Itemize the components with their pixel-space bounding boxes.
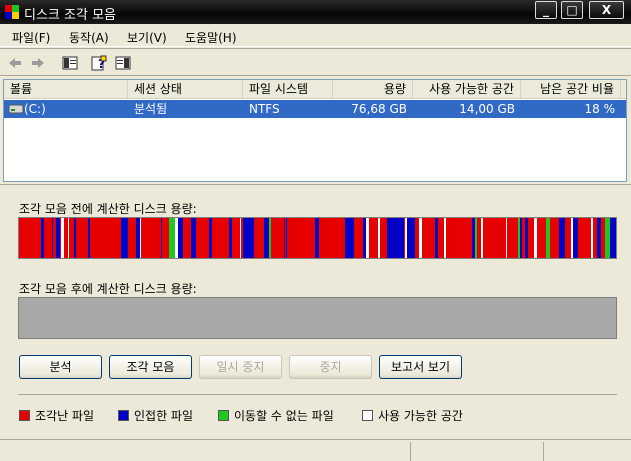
map-segment	[299, 218, 306, 258]
map-segment	[584, 218, 591, 258]
pause-button[interactable]: 일시 중지	[199, 355, 282, 379]
maximize-button[interactable]: □	[561, 1, 583, 19]
volume-free-space: 14,00 GB	[459, 102, 515, 116]
help-icon[interactable]: ?	[90, 54, 108, 72]
map-segment	[110, 218, 118, 258]
map-segment	[614, 218, 616, 258]
legend-divider	[18, 394, 617, 395]
map-segment	[456, 218, 463, 258]
map-segment	[76, 218, 85, 258]
map-segment	[221, 218, 229, 258]
menu-action[interactable]: 동작(A)	[69, 29, 109, 46]
column-header-session-status[interactable]: 세션 상태	[128, 80, 243, 99]
map-segment	[511, 218, 518, 258]
contiguous-swatch	[118, 410, 129, 421]
map-segment	[254, 218, 262, 258]
defrag-window: 디스크 조각 모음 _ □ X 파일(F) 동작(A) 보기(V) 도움말(H)…	[0, 0, 631, 461]
close-button[interactable]: X	[589, 1, 624, 19]
show-hide-tree-icon[interactable]	[61, 54, 79, 72]
before-defrag-map	[18, 217, 617, 259]
map-segment	[552, 218, 559, 258]
status-bar	[0, 439, 631, 461]
free-space-swatch	[362, 410, 373, 421]
menu-help[interactable]: 도움말(H)	[185, 29, 237, 46]
map-segment	[537, 218, 546, 258]
map-segment	[212, 218, 221, 258]
volume-list-header: 볼륨 세션 상태 파일 시스템 용량 사용 가능한 공간 남은 공간 비율	[4, 80, 626, 99]
map-segment	[146, 218, 154, 258]
properties-icon[interactable]	[114, 54, 132, 72]
splitter[interactable]	[0, 184, 631, 185]
map-segment	[33, 218, 41, 258]
legend-unmovable-label: 이동할 수 없는 파일	[234, 409, 334, 423]
fragmented-swatch	[19, 410, 30, 421]
map-segment	[292, 218, 299, 258]
legend-contiguous-label: 인접한 파일	[134, 409, 194, 423]
map-segment	[426, 218, 435, 258]
map-segment	[101, 218, 110, 258]
window-title: 디스크 조각 모음	[24, 8, 116, 23]
map-segment	[306, 218, 315, 258]
forward-arrow-icon[interactable]	[29, 54, 47, 72]
volume-capacity: 76,68 GB	[351, 102, 407, 116]
legend-contiguous: 인접한 파일	[118, 408, 193, 424]
column-header-free-space[interactable]: 사용 가능한 공간	[413, 80, 521, 99]
column-header-volume[interactable]: 볼륨	[4, 80, 128, 99]
column-header-percent-free[interactable]: 남은 공간 비율	[521, 80, 621, 99]
table-row[interactable]: (C:) 분석됨 NTFS 76,68 GB 14,00 GB 18 %	[4, 100, 626, 118]
toolbar: ?	[0, 48, 631, 76]
before-map-label: 조각 모음 전에 계산한 디스크 용량:	[19, 202, 197, 216]
legend-fragmented-label: 조각난 파일	[35, 409, 95, 423]
map-segment	[354, 218, 363, 258]
defragment-button[interactable]: 조각 모음	[109, 355, 192, 379]
legend-unmovable: 이동할 수 없는 파일	[218, 408, 334, 424]
volume-percent-free: 18 %	[584, 102, 616, 116]
view-report-button[interactable]: 보고서 보기	[379, 355, 462, 379]
map-segment	[232, 218, 240, 258]
volume-status: 분석됨	[134, 102, 168, 116]
status-divider	[410, 442, 411, 461]
unmovable-swatch	[218, 410, 229, 421]
map-segment	[369, 218, 378, 258]
defrag-app-icon	[5, 5, 19, 19]
map-segment	[44, 218, 52, 258]
volume-name: (C:)	[24, 102, 46, 116]
map-segment	[380, 218, 387, 258]
menu-file[interactable]: 파일(F)	[12, 29, 50, 46]
map-segment	[494, 218, 501, 258]
map-segment	[162, 218, 169, 258]
menu-bar: 파일(F) 동작(A) 보기(V) 도움말(H)	[0, 25, 631, 47]
stop-button[interactable]: 중지	[289, 355, 372, 379]
after-defrag-map	[18, 297, 617, 339]
volume-list[interactable]: 볼륨 세션 상태 파일 시스템 용량 사용 가능한 공간 남은 공간 비율 (C…	[3, 79, 627, 182]
map-segment	[196, 218, 205, 258]
back-arrow-icon[interactable]	[6, 54, 24, 72]
after-map-label: 조각 모음 후에 계산한 디스크 용량:	[19, 282, 197, 296]
volume-file-system: NTFS	[249, 102, 280, 116]
column-header-file-system[interactable]: 파일 시스템	[243, 80, 333, 99]
menu-view[interactable]: 보기(V)	[127, 29, 167, 46]
legend-fragmented: 조각난 파일	[19, 408, 94, 424]
analyze-button[interactable]: 분석	[19, 355, 102, 379]
column-header-capacity[interactable]: 용량	[333, 80, 413, 99]
legend-free: 사용 가능한 공간	[362, 408, 463, 424]
map-segment	[323, 218, 331, 258]
status-divider	[543, 442, 544, 461]
map-segment	[463, 218, 472, 258]
title-bar[interactable]: 디스크 조각 모음 _ □ X	[0, 0, 631, 24]
minimize-button[interactable]: _	[535, 1, 557, 19]
legend-free-label: 사용 가능한 공간	[378, 409, 463, 423]
map-segment	[90, 218, 97, 258]
